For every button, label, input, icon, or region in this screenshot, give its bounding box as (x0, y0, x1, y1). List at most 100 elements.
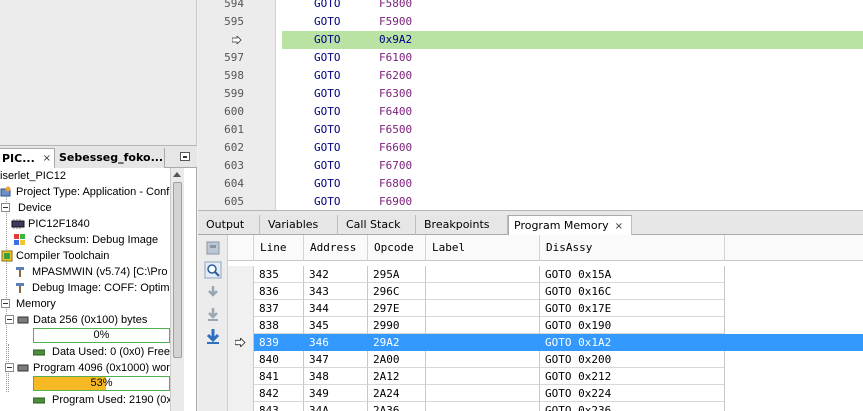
instruction-argument: F6600 (379, 141, 413, 154)
tab-variables[interactable]: Variables (260, 215, 338, 235)
line-number[interactable]: 594 (198, 0, 276, 13)
tab-label: Breakpoints (424, 218, 490, 231)
dashboard-tree: iserlet_PIC12 Project Type: Application … (0, 168, 170, 411)
dashboard-scrollbar[interactable] (170, 168, 184, 411)
toolchain-label: Compiler Toolchain (16, 250, 110, 262)
program-counter-arrow-icon (235, 338, 246, 347)
code-line[interactable]: GOTO F6200 (282, 67, 863, 85)
table-row[interactable]: 835 342 295A GOTO 0x15A (228, 266, 863, 283)
download-arrow-icon[interactable] (204, 327, 222, 345)
table-row[interactable]: 840 347 2A00 GOTO 0x200 (228, 351, 863, 368)
table-row[interactable]: 838 345 2990 GOTO 0x190 (228, 317, 863, 334)
instruction-keyword: GOTO (314, 87, 341, 100)
line-number[interactable]: 603 (198, 157, 276, 175)
cell-line: 839 (254, 334, 304, 351)
table-row[interactable]: 842 349 2A24 GOTO 0x224 (228, 385, 863, 402)
device-name: PIC12F1840 (28, 218, 90, 230)
cell-label (426, 300, 540, 317)
line-number[interactable]: 602 (198, 139, 276, 157)
collapse-toggle-icon[interactable] (1, 299, 10, 308)
row-indicator (228, 317, 254, 334)
program-memory-toolbar (198, 235, 228, 411)
scroll-up-arrow-icon[interactable] (173, 172, 181, 177)
cell-opcode: 2990 (368, 317, 426, 334)
code-line[interactable]: GOTO F6300 (282, 85, 863, 103)
code-line-current[interactable]: GOTO 0x9A2 (282, 31, 863, 49)
line-number[interactable]: 598 (198, 67, 276, 85)
tab-program-memory[interactable]: Program Memory × (508, 215, 632, 235)
output-panel: Output Variables Call Stack Breakpoints … (198, 215, 863, 411)
code-line[interactable]: GOTO F6400 (282, 103, 863, 121)
cell-opcode: 295A (368, 266, 426, 283)
table-row[interactable]: 841 348 2A12 GOTO 0x212 (228, 368, 863, 385)
tab-label: Output (206, 218, 245, 231)
tab-breakpoints[interactable]: Breakpoints (416, 215, 508, 235)
cell-address: 348 (304, 368, 368, 385)
memory-chip-icon (17, 364, 29, 372)
column-header-label[interactable]: Label (426, 235, 540, 261)
editor-gutter: 594 595 597 598 599 600 601 602 603 604 605 (198, 0, 276, 210)
line-number[interactable]: 604 (198, 175, 276, 193)
program-usage-progress-bar: 53% (33, 376, 170, 391)
code-editor[interactable]: 594 595 597 598 599 600 601 602 603 604 605 GOTO F5… (198, 0, 863, 210)
collapse-toggle-icon[interactable] (5, 363, 14, 372)
cell-disassy: GOTO 0x190 (540, 317, 725, 334)
code-line[interactable]: GOTO F6600 (282, 139, 863, 157)
assembler-text: MPASMWIN (v5.74) [C:\Pro (32, 266, 168, 278)
tab-call-stack[interactable]: Call Stack (338, 215, 416, 235)
tab-close-icon[interactable]: × (615, 221, 623, 232)
cell-line: 841 (254, 368, 304, 385)
step-icon[interactable] (204, 239, 222, 257)
line-number[interactable]: 601 (198, 121, 276, 139)
data-used-text: Data Used: 0 (0x0) Free (52, 346, 170, 358)
cell-address: 349 (304, 385, 368, 402)
collapse-toggle-icon[interactable] (5, 315, 14, 324)
code-line[interactable]: GOTO F6700 (282, 157, 863, 175)
instruction-argument: F6900 (379, 195, 413, 208)
code-line[interactable]: GOTO F6100 (282, 49, 863, 67)
step-into-icon[interactable] (204, 283, 222, 301)
collapse-toggle-icon[interactable] (1, 203, 10, 212)
column-header-line[interactable]: Line (254, 235, 304, 261)
scrollbar-thumb[interactable] (173, 182, 182, 358)
cell-label (426, 317, 540, 334)
cell-opcode: 297E (368, 300, 426, 317)
cell-label (426, 334, 540, 351)
code-line[interactable]: GOTO F6500 (282, 121, 863, 139)
tab-close-icon[interactable]: × (43, 149, 51, 168)
cell-disassy: GOTO 0x1A2 (540, 334, 725, 351)
instruction-argument: F6400 (379, 105, 413, 118)
code-line[interactable]: GOTO F6800 (282, 175, 863, 193)
row-indicator (228, 300, 254, 317)
line-number[interactable]: 597 (198, 49, 276, 67)
line-number[interactable]: 595 (198, 13, 276, 31)
line-number[interactable]: 599 (198, 85, 276, 103)
tab-sebesseg-file[interactable]: Sebesseg_foko... (55, 148, 165, 168)
instruction-argument: F5800 (379, 0, 413, 10)
step-out-icon[interactable] (204, 305, 222, 323)
cell-address: 343 (304, 283, 368, 300)
zoom-icon[interactable] (204, 261, 222, 279)
table-row[interactable]: 836 343 296C GOTO 0x16C (228, 283, 863, 300)
line-number[interactable]: 605 (198, 193, 276, 211)
instruction-keyword: GOTO (314, 123, 341, 136)
cell-line: 837 (254, 300, 304, 317)
column-header-disassy[interactable]: DisAssy (540, 235, 725, 261)
checksum-icon (14, 234, 25, 245)
code-line[interactable]: GOTO F5900 (282, 13, 863, 31)
tab-output[interactable]: Output (198, 215, 260, 235)
tab-label: PIC... (2, 152, 35, 165)
column-header-address[interactable]: Address (304, 235, 368, 261)
cell-line: 840 (254, 351, 304, 368)
code-line[interactable]: GOTO F5800 (282, 0, 863, 13)
table-row-selected[interactable]: 839 346 29A2 GOTO 0x1A2 (228, 334, 863, 351)
column-header-opcode[interactable]: Opcode (368, 235, 426, 261)
tab-project-dashboard[interactable]: PIC... × (0, 148, 55, 168)
minimize-panel-icon[interactable] (180, 152, 190, 161)
row-indicator (228, 351, 254, 368)
cell-line: 838 (254, 317, 304, 334)
table-row[interactable]: 843 34A 2A36 GOTO 0x236 (228, 402, 863, 411)
code-line[interactable]: GOTO F6900 (282, 193, 863, 211)
line-number[interactable]: 600 (198, 103, 276, 121)
table-row[interactable]: 837 344 297E GOTO 0x17E (228, 300, 863, 317)
